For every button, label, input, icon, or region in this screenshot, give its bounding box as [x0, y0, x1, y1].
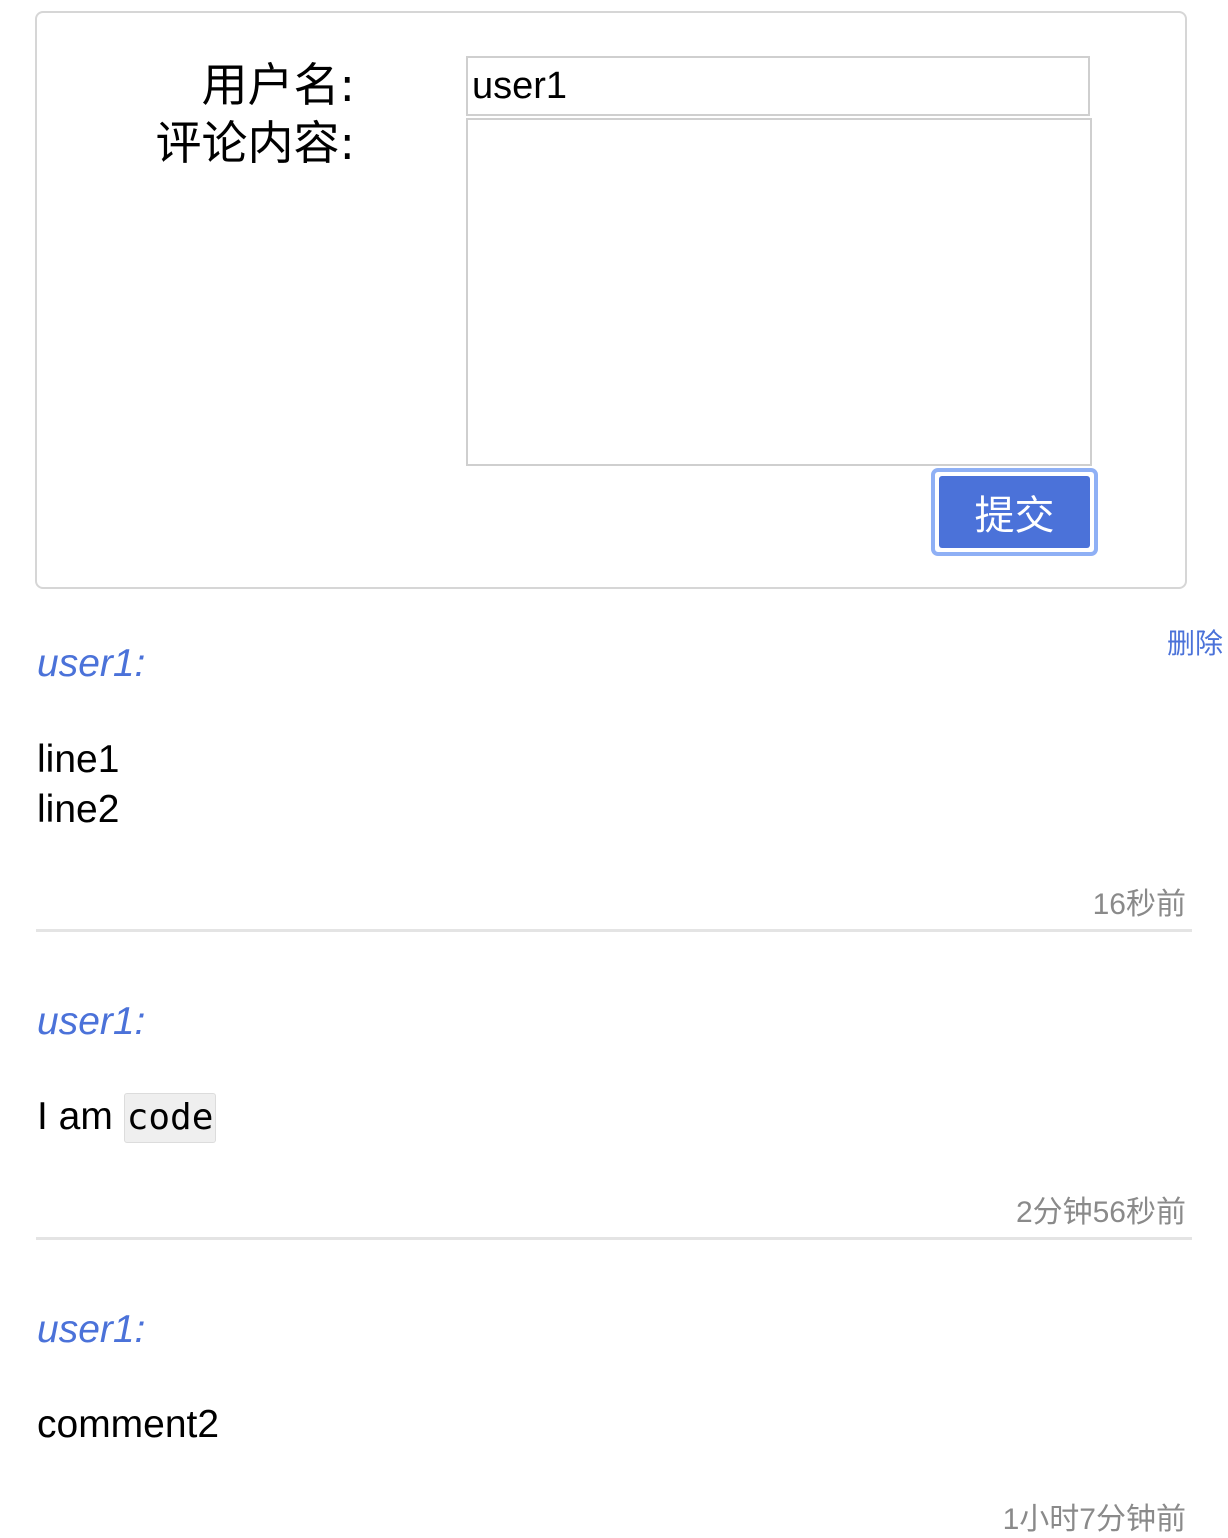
comment-timestamp: 16秒前: [1092, 888, 1186, 921]
username-label: 用户名:: [201, 58, 356, 112]
comment-author: user1:: [37, 1308, 146, 1351]
comment-divider: [36, 929, 1192, 932]
submit-button-label: 提交: [939, 476, 1090, 548]
comment-body: line1 line2: [37, 735, 119, 835]
comment-timestamp: 1小时7分钟前: [1002, 1503, 1186, 1536]
comment-body-text: I am: [37, 1095, 124, 1138]
comment-author: user1:: [37, 642, 146, 685]
comment-divider: [36, 1237, 1192, 1240]
inline-code: code: [123, 1093, 217, 1143]
delete-link[interactable]: 删除: [1167, 622, 1223, 662]
comment-body: I am code: [37, 1092, 217, 1143]
comment-body-line: line1: [37, 738, 120, 781]
content-label: 评论内容:: [155, 116, 356, 170]
username-input[interactable]: [466, 56, 1090, 116]
comment-body-line: line2: [37, 788, 120, 831]
comment-form: 用户名: 评论内容: 提交: [35, 11, 1187, 589]
content-textarea[interactable]: [466, 118, 1092, 466]
comment-author: user1:: [37, 1000, 146, 1043]
submit-button[interactable]: 提交: [931, 468, 1098, 556]
comment-timestamp: 2分钟56秒前: [1015, 1196, 1186, 1229]
comment-body: comment2: [37, 1403, 220, 1446]
